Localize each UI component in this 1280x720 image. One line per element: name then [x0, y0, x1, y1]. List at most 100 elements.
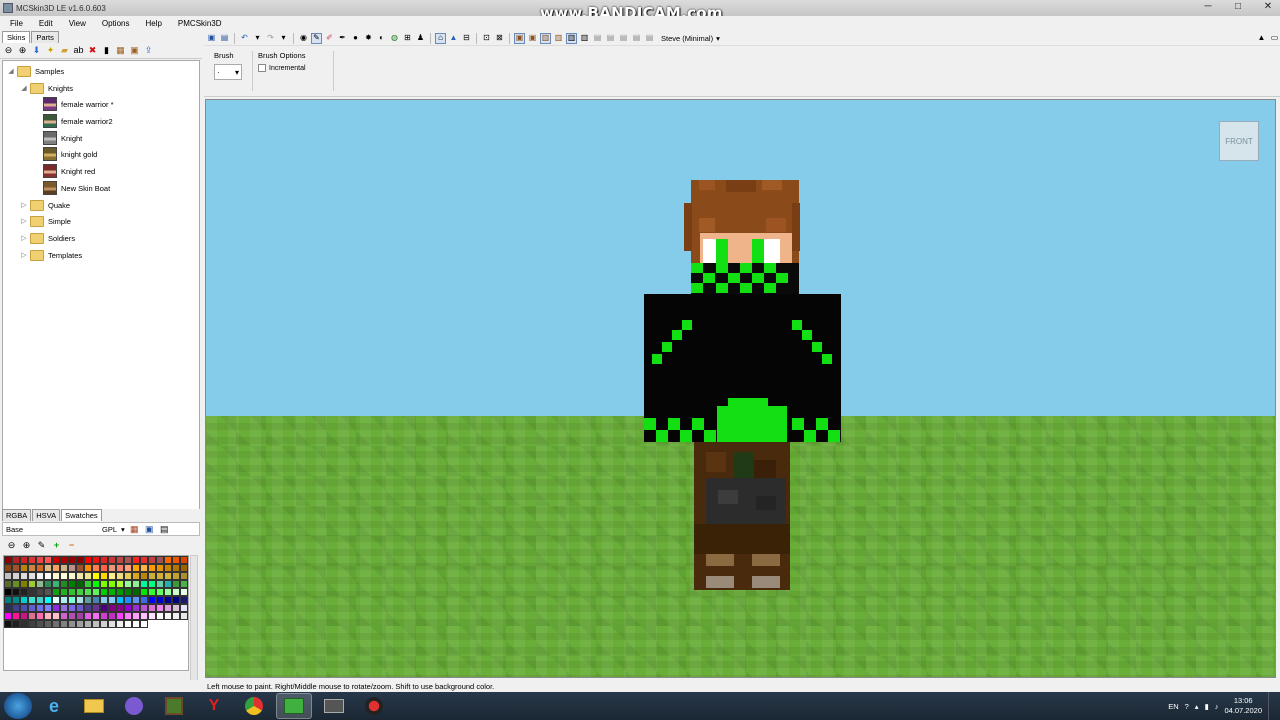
- trash-icon[interactable]: ▮: [101, 45, 112, 56]
- color-swatch[interactable]: [164, 564, 172, 572]
- color-swatch[interactable]: [44, 564, 52, 572]
- collapse-up-icon[interactable]: ▲: [1256, 33, 1267, 44]
- terminal-taskbar-icon[interactable]: [316, 693, 352, 719]
- color-swatch[interactable]: [140, 604, 148, 612]
- color-swatch[interactable]: [12, 604, 20, 612]
- color-swatch[interactable]: [84, 580, 92, 588]
- color-swatch[interactable]: [28, 612, 36, 620]
- color-swatch[interactable]: [84, 564, 92, 572]
- color-swatch[interactable]: [52, 620, 60, 628]
- tab-rgba[interactable]: RGBA: [2, 509, 32, 521]
- mcskin3d-taskbar-icon[interactable]: [276, 693, 312, 719]
- color-swatch[interactable]: [44, 580, 52, 588]
- color-swatch[interactable]: [36, 612, 44, 620]
- color-swatch[interactable]: [116, 604, 124, 612]
- color-swatch[interactable]: [68, 604, 76, 612]
- color-swatch[interactable]: [132, 556, 140, 564]
- color-swatch[interactable]: [52, 604, 60, 612]
- color-swatch[interactable]: [28, 572, 36, 580]
- camera-tool-icon[interactable]: ◉: [298, 33, 309, 44]
- color-swatch[interactable]: [132, 604, 140, 612]
- color-swatch[interactable]: [172, 556, 180, 564]
- color-swatch[interactable]: [156, 588, 164, 596]
- color-swatch[interactable]: [84, 604, 92, 612]
- color-swatch[interactable]: [92, 564, 100, 572]
- save-all-icon[interactable]: ▤: [219, 33, 230, 44]
- toggle-left-arm-icon[interactable]: ▥: [553, 33, 564, 44]
- color-swatch[interactable]: [44, 604, 52, 612]
- color-swatch[interactable]: [76, 620, 84, 628]
- color-swatch[interactable]: [100, 572, 108, 580]
- toggle-right-leg-icon[interactable]: ▤: [592, 33, 603, 44]
- color-swatch[interactable]: [76, 572, 84, 580]
- color-swatch[interactable]: [108, 620, 116, 628]
- toggle-right-arm-icon[interactable]: ▥: [566, 32, 577, 44]
- start-button[interactable]: [4, 693, 32, 719]
- color-swatch[interactable]: [132, 580, 140, 588]
- dropper-tool-icon[interactable]: ✒: [337, 33, 348, 44]
- color-swatch[interactable]: [108, 580, 116, 588]
- color-swatch[interactable]: [76, 596, 84, 604]
- redo-icon[interactable]: ↷: [265, 33, 276, 44]
- color-swatch[interactable]: [28, 580, 36, 588]
- color-swatch[interactable]: [4, 564, 12, 572]
- color-swatch[interactable]: [100, 612, 108, 620]
- ghost-icon[interactable]: ⊠: [494, 33, 505, 44]
- tab-skins[interactable]: Skins: [2, 31, 31, 43]
- color-swatch[interactable]: [44, 612, 52, 620]
- darken-tool-icon[interactable]: ◐: [376, 33, 387, 44]
- zoom-in-icon[interactable]: ⊕: [21, 540, 32, 551]
- color-swatch[interactable]: [148, 588, 156, 596]
- language-indicator[interactable]: EN: [1168, 702, 1178, 711]
- tree-node-templates[interactable]: ▷ Templates: [20, 248, 82, 262]
- menu-edit[interactable]: Edit: [29, 19, 59, 28]
- minecraft-taskbar-icon[interactable]: [156, 693, 192, 719]
- tree-node-soldiers[interactable]: ▷ Soldiers: [20, 231, 75, 245]
- color-swatch[interactable]: [44, 620, 52, 628]
- tab-hsva[interactable]: HSVA: [32, 509, 61, 521]
- color-swatch[interactable]: [172, 596, 180, 604]
- color-swatch[interactable]: [84, 588, 92, 596]
- color-swatch[interactable]: [156, 612, 164, 620]
- color-swatch[interactable]: [52, 564, 60, 572]
- color-swatch[interactable]: [124, 612, 132, 620]
- color-swatch[interactable]: [164, 596, 172, 604]
- menu-options[interactable]: Options: [92, 19, 136, 28]
- color-swatch[interactable]: [84, 620, 92, 628]
- color-swatch[interactable]: [148, 556, 156, 564]
- color-swatch[interactable]: [12, 596, 20, 604]
- color-swatch[interactable]: [4, 580, 12, 588]
- color-swatch[interactable]: [148, 572, 156, 580]
- color-swatch[interactable]: [4, 604, 12, 612]
- color-swatch[interactable]: [156, 564, 164, 572]
- color-swatch[interactable]: [76, 612, 84, 620]
- menu-file[interactable]: File: [0, 19, 29, 28]
- color-swatch[interactable]: [180, 612, 188, 620]
- brush-select[interactable]: · ▾: [214, 64, 242, 80]
- color-swatch[interactable]: [20, 580, 28, 588]
- eyedropper-icon[interactable]: ✎: [36, 540, 47, 551]
- dropdown-icon[interactable]: ▾: [121, 525, 125, 534]
- color-swatch[interactable]: [36, 596, 44, 604]
- new-skin-icon[interactable]: ✦: [45, 45, 56, 56]
- toggle-body-icon[interactable]: ▥: [540, 32, 551, 44]
- color-swatch[interactable]: [44, 556, 52, 564]
- color-swatch[interactable]: [52, 596, 60, 604]
- toggle-overlay-icon[interactable]: ▤: [605, 33, 616, 44]
- tab-swatches[interactable]: Swatches: [61, 509, 102, 521]
- color-swatch[interactable]: [116, 572, 124, 580]
- perspective-view-icon[interactable]: ⌂: [435, 32, 446, 44]
- color-swatch[interactable]: [12, 564, 20, 572]
- add-swatch-icon[interactable]: +: [51, 540, 62, 551]
- color-swatch[interactable]: [172, 604, 180, 612]
- color-swatch[interactable]: [92, 572, 100, 580]
- volume-tray-icon[interactable]: ♪: [1215, 702, 1219, 711]
- network-tray-icon[interactable]: ▮: [1205, 702, 1209, 711]
- color-swatch[interactable]: [12, 612, 20, 620]
- stamp-tool-icon[interactable]: ♟: [415, 33, 426, 44]
- color-swatch[interactable]: [124, 580, 132, 588]
- color-swatch[interactable]: [116, 588, 124, 596]
- color-swatch[interactable]: [156, 572, 164, 580]
- color-swatch[interactable]: [124, 572, 132, 580]
- tree-skin-item[interactable]: New Skin Boat: [43, 181, 110, 195]
